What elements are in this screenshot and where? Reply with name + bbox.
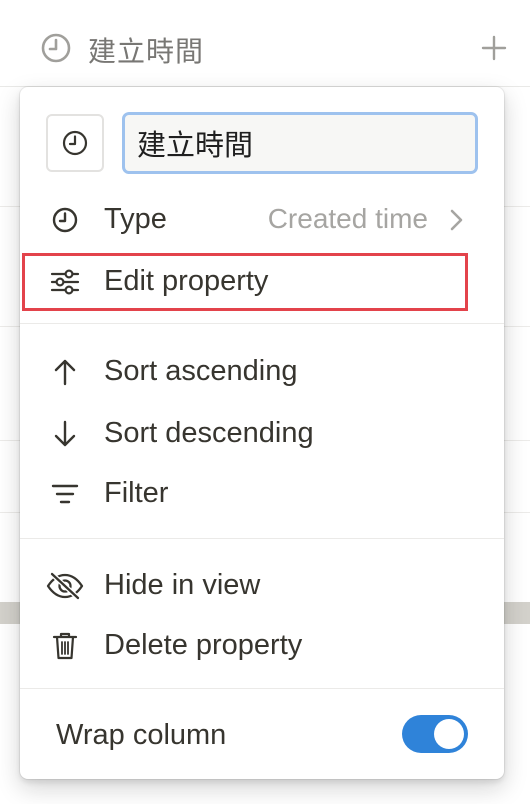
type-value: Created time xyxy=(267,203,428,234)
menu-divider xyxy=(20,323,504,324)
property-name-input[interactable] xyxy=(122,112,478,174)
hide-in-view-label: Hide in view xyxy=(104,568,261,601)
delete-property-item[interactable]: Delete property xyxy=(20,617,504,673)
filter-icon xyxy=(50,479,80,509)
highlight-box xyxy=(22,253,468,311)
property-icon-button[interactable] xyxy=(46,114,104,172)
eye-off-icon xyxy=(46,571,84,601)
clock-icon xyxy=(50,205,80,235)
wrap-column-label: Wrap column xyxy=(56,718,227,751)
property-menu: Type Created time Edit property Sort asc… xyxy=(20,87,504,779)
plus-icon[interactable] xyxy=(480,34,508,62)
table-header: 建立時間 xyxy=(0,0,530,87)
hide-in-view-item[interactable]: Hide in view xyxy=(20,557,504,613)
menu-divider xyxy=(20,688,504,689)
filter-item[interactable]: Filter xyxy=(20,465,504,521)
chevron-right-icon xyxy=(450,209,463,231)
sort-descending-item[interactable]: Sort descending xyxy=(20,405,504,461)
sort-ascending-label: Sort ascending xyxy=(104,354,298,387)
clock-icon xyxy=(62,130,88,156)
wrap-column-toggle[interactable] xyxy=(402,715,468,753)
type-label: Type xyxy=(104,202,167,235)
column-title[interactable]: 建立時間 xyxy=(88,30,204,70)
trash-icon xyxy=(50,631,80,661)
sort-descending-label: Sort descending xyxy=(104,416,314,449)
arrow-down-icon xyxy=(50,419,80,449)
filter-label: Filter xyxy=(104,476,169,509)
arrow-up-icon xyxy=(50,357,80,387)
menu-divider xyxy=(20,538,504,539)
type-item[interactable]: Type Created time xyxy=(20,191,504,247)
toggle-knob xyxy=(434,719,464,749)
sort-ascending-item[interactable]: Sort ascending xyxy=(20,343,504,399)
delete-property-label: Delete property xyxy=(104,628,303,661)
clock-icon xyxy=(41,33,71,63)
